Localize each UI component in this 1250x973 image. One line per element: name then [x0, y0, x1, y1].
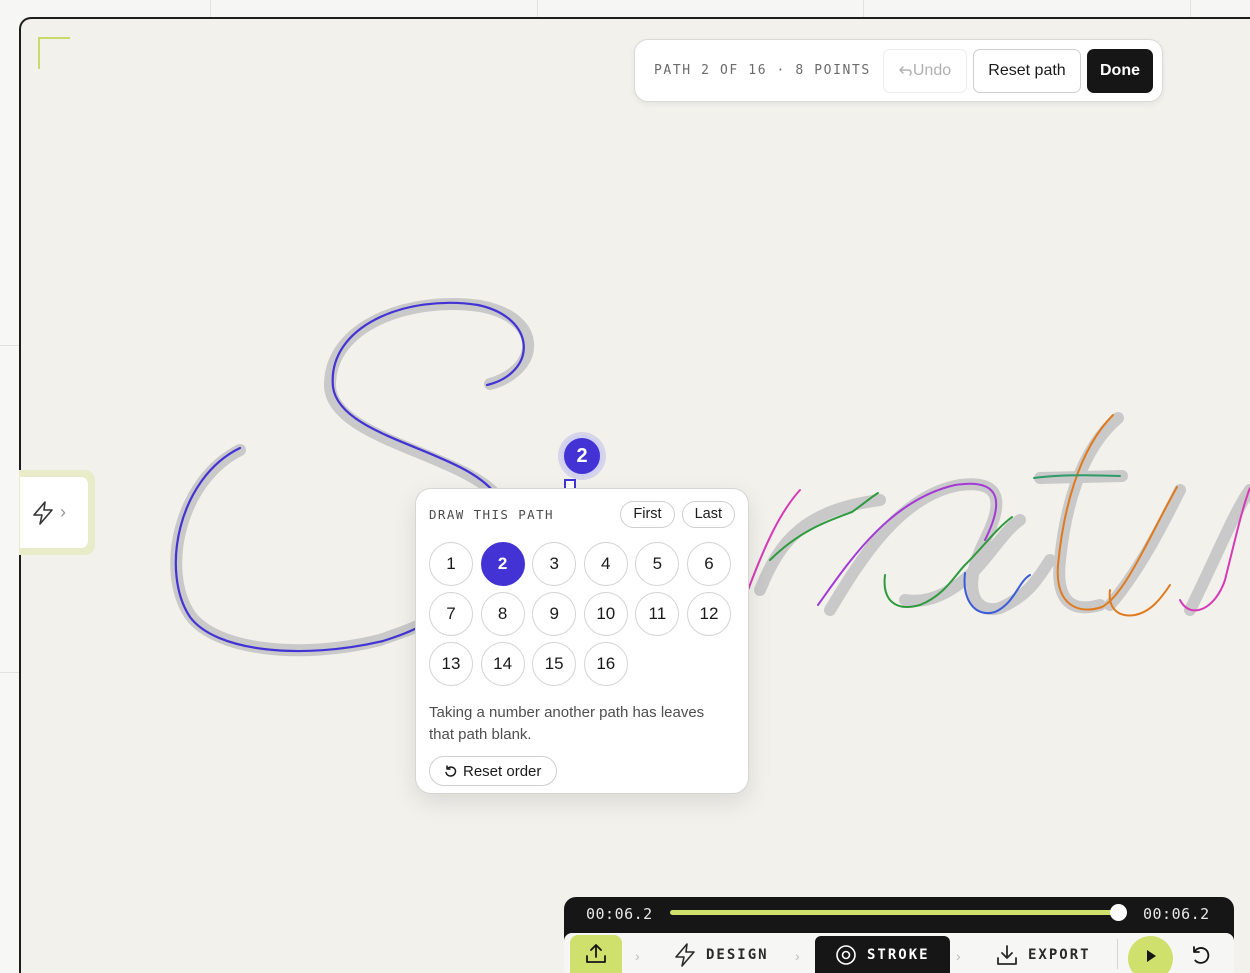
chevron-right-icon: › — [956, 948, 961, 964]
path-number-9[interactable]: 9 — [532, 592, 577, 636]
chevron-right-icon: › — [795, 948, 800, 964]
stroke-path-t-stem — [1056, 414, 1178, 611]
path-number-11[interactable]: 11 — [635, 592, 680, 636]
upload-icon — [586, 944, 606, 963]
undo-button[interactable]: Undo — [883, 48, 967, 93]
step-export-label: EXPORT — [1028, 946, 1091, 963]
last-button[interactable]: Last — [681, 500, 735, 528]
time-total: 00:06.2 — [1143, 905, 1210, 923]
scrubber-handle[interactable] — [1110, 904, 1127, 921]
undo-arrow-icon — [899, 65, 912, 76]
chevron-right-icon: › — [60, 502, 66, 522]
first-button[interactable]: First — [620, 500, 675, 528]
replay-icon — [1193, 946, 1210, 964]
step-design-label: DESIGN — [706, 946, 769, 963]
path-number-7[interactable]: 7 — [429, 592, 473, 636]
path-toolbar: PATH 2 OF 16 · 8 POINTS Undo Reset path … — [634, 39, 1163, 102]
path-number-6[interactable]: 6 — [686, 542, 731, 586]
time-current: 00:06.2 — [586, 905, 653, 923]
play-icon — [1146, 950, 1156, 962]
glyph-outline-i — [754, 494, 886, 596]
path-order-popover: DRAW THIS PATH First Last 1 2 3 4 5 6 7 8 9 10 11 1… — [415, 488, 749, 794]
popover-note: Taking a number another path has leaves … — [429, 704, 705, 743]
play-button[interactable] — [1128, 936, 1173, 973]
done-button[interactable]: Done — [1087, 48, 1153, 93]
step-export[interactable]: EXPORT — [996, 936, 1091, 973]
path-number-grid: 1 2 3 4 5 6 7 8 9 10 11 12 13 14 15 16 — [429, 542, 735, 686]
playback-panel: 00:06.2 00:06.2 › DESIGN › STROKE › EXPO… — [564, 897, 1234, 973]
replay-button[interactable] — [1190, 944, 1212, 971]
reset-path-button[interactable]: Reset path — [973, 48, 1081, 93]
glyph-outline-u — [1104, 484, 1250, 616]
workflow-steps: › DESIGN › STROKE › EXPORT — [564, 933, 1234, 973]
popover-title: DRAW THIS PATH — [429, 506, 554, 522]
path-number-4[interactable]: 4 — [583, 542, 628, 586]
signature-artwork[interactable] — [0, 0, 1250, 973]
bolt-icon — [33, 500, 53, 525]
glyph-outline-s-top — [324, 298, 535, 506]
path-number-1[interactable]: 1 — [429, 542, 473, 586]
path-number-8[interactable]: 8 — [480, 592, 525, 636]
step-stroke-label: STROKE — [867, 946, 930, 963]
path-number-16[interactable]: 16 — [583, 642, 628, 686]
step-design[interactable]: DESIGN — [674, 936, 769, 973]
path-number-13[interactable]: 13 — [429, 642, 473, 686]
path-number-2[interactable]: 2 — [480, 542, 525, 586]
undo-label: Undo — [912, 61, 952, 79]
path-status: PATH 2 OF 16 · 8 POINTS — [654, 63, 871, 78]
rotate-icon — [445, 765, 457, 777]
path-number-10[interactable]: 10 — [583, 592, 628, 636]
bolt-icon — [675, 942, 695, 967]
timeline-progress — [670, 910, 1118, 915]
download-icon — [997, 944, 1017, 965]
glyph-outline-t-stem — [1053, 412, 1124, 614]
target-icon — [836, 944, 856, 965]
reset-order-button[interactable]: Reset order — [429, 756, 558, 786]
path-number-marker[interactable]: 2 — [561, 435, 603, 477]
divider — [1117, 939, 1118, 969]
path-number-12[interactable]: 12 — [686, 592, 731, 636]
upload-button[interactable] — [570, 935, 622, 973]
reset-order-label: Reset order — [463, 762, 542, 780]
glyph-outline-c — [170, 444, 431, 657]
step-stroke[interactable]: STROKE — [815, 936, 950, 973]
side-panel-toggle[interactable]: › — [20, 477, 88, 548]
path-number-15[interactable]: 15 — [532, 642, 577, 686]
timeline-scrubber[interactable] — [670, 904, 1127, 921]
path-number-14[interactable]: 14 — [480, 642, 525, 686]
chevron-right-icon: › — [635, 948, 640, 964]
glyph-outline-a — [899, 514, 1026, 607]
path-number-5[interactable]: 5 — [635, 542, 680, 586]
path-number-3[interactable]: 3 — [532, 542, 577, 586]
